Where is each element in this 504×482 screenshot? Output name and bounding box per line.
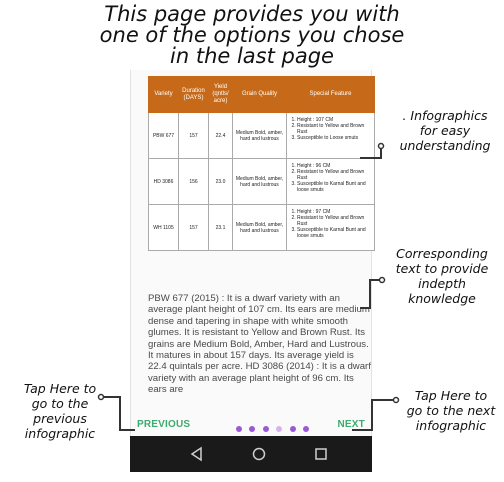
- annotation-line: infographic: [24, 426, 96, 441]
- connector-dot: [377, 142, 385, 150]
- cell-duration: 157: [178, 112, 209, 159]
- annotation-previous: Tap Here to go to the previous infograph…: [4, 381, 116, 441]
- table-row: PBW 677 157 22.4 Medium Bold, amber, har…: [148, 112, 375, 159]
- cell-variety: PBW 677: [148, 112, 179, 159]
- cell-yield: 23.0: [208, 158, 233, 205]
- cell-special-feature: Height : 107 CM Resistant to Yellow and …: [286, 112, 375, 159]
- annotation-line: previous: [33, 411, 87, 426]
- page-dot[interactable]: [289, 426, 296, 432]
- description-text[interactable]: PBW 677 (2015) : It is a dwarf variety w…: [148, 293, 372, 399]
- annotation-line: . Infographics: [402, 108, 488, 123]
- cell-duration: 157: [178, 204, 209, 251]
- annotation-line: indepth: [418, 276, 466, 291]
- feature-item: Resistant to Yellow and Brown Rust: [297, 215, 373, 227]
- column-header-variety: Variety: [148, 76, 179, 113]
- previous-button[interactable]: PREVIOUS: [137, 419, 190, 430]
- annotation-text: Corresponding text to provide indepth kn…: [380, 246, 504, 306]
- cell-special-feature: Height : 96 CM Resistant to Yellow and B…: [286, 158, 375, 205]
- cell-yield: 22.4: [208, 112, 233, 159]
- page-dot[interactable]: [262, 426, 269, 432]
- annotation-line: Tap Here to: [414, 388, 488, 403]
- page-dot[interactable]: [303, 426, 310, 432]
- cell-grain-quality: Medium Bold, amber, hard and lustrous: [232, 158, 287, 205]
- page-dot[interactable]: [249, 426, 256, 432]
- page-title-line: one of the options you chose: [99, 23, 405, 47]
- home-circle-icon[interactable]: [251, 446, 267, 462]
- annotation-line: understanding: [399, 138, 491, 153]
- page-indicator: [236, 419, 312, 432]
- annotation-line: go to the: [31, 396, 89, 411]
- annotation-infographics: . Infographics for easy understanding: [386, 108, 504, 153]
- cell-variety: HD 3086: [148, 158, 179, 205]
- system-nav-bar: [130, 436, 372, 472]
- annotation-line: text to provide: [395, 261, 489, 276]
- feature-item: Resistant to Yellow and Brown Rust: [297, 123, 373, 135]
- back-triangle-icon[interactable]: [189, 446, 205, 462]
- cell-grain-quality: Medium Bold, amber, hard and lustrous: [232, 112, 287, 159]
- next-button[interactable]: NEXT: [338, 419, 365, 430]
- annotation-line: knowledge: [408, 291, 476, 306]
- annotation-line: Corresponding: [396, 246, 488, 261]
- table-row: WH 1105 157 23.1 Medium Bold, amber, har…: [148, 204, 375, 251]
- cell-special-feature: Height : 97 CM Resistant to Yellow and B…: [286, 204, 375, 251]
- column-header-grain-quality: Grain Quality: [232, 76, 287, 113]
- annotation-line: infographic: [415, 418, 487, 433]
- column-header-yield: Yield (qntls/ acre): [208, 76, 233, 113]
- feature-item: Susceptible to Karnal Bunt and loose smu…: [297, 227, 373, 239]
- page-title-line: This page provides you with: [104, 2, 400, 26]
- cell-grain-quality: Medium Bold, amber, hard and lustrous: [232, 204, 287, 251]
- feature-item: Susceptible to Loose smuts: [297, 135, 373, 141]
- page-dot[interactable]: [236, 426, 242, 432]
- column-header-special-feature: Special Feature: [286, 76, 375, 113]
- column-header-duration: Duration (DAYS): [178, 76, 209, 113]
- cell-yield: 23.1: [208, 204, 233, 251]
- table-header-row: Variety Duration (DAYS) Yield (qntls/ ac…: [148, 76, 375, 113]
- page-dot[interactable]: [276, 426, 283, 432]
- annotation-line: Tap Here to: [23, 381, 97, 396]
- feature-item: Resistant to Yellow and Brown Rust: [297, 169, 373, 181]
- annotation-line: go to the next: [406, 403, 496, 418]
- phone-screen: Variety Duration (DAYS) Yield (qntls/ ac…: [130, 70, 375, 436]
- annotation-line: for easy: [419, 123, 471, 138]
- cell-variety: WH 1105: [148, 204, 179, 251]
- feature-item: Susceptible to Karnal Bunt and loose smu…: [297, 181, 373, 193]
- recents-square-icon[interactable]: [313, 446, 329, 462]
- infographic-table: Variety Duration (DAYS) Yield (qntls/ ac…: [148, 76, 375, 251]
- cell-duration: 156: [178, 158, 209, 205]
- page-title: This page provides you with one of the o…: [0, 4, 504, 67]
- annotation-next: Tap Here to go to the next infographic: [398, 388, 504, 433]
- page-title-line: in the last page: [170, 44, 334, 68]
- table-row: HD 3086 156 23.0 Medium Bold, amber, har…: [148, 158, 375, 205]
